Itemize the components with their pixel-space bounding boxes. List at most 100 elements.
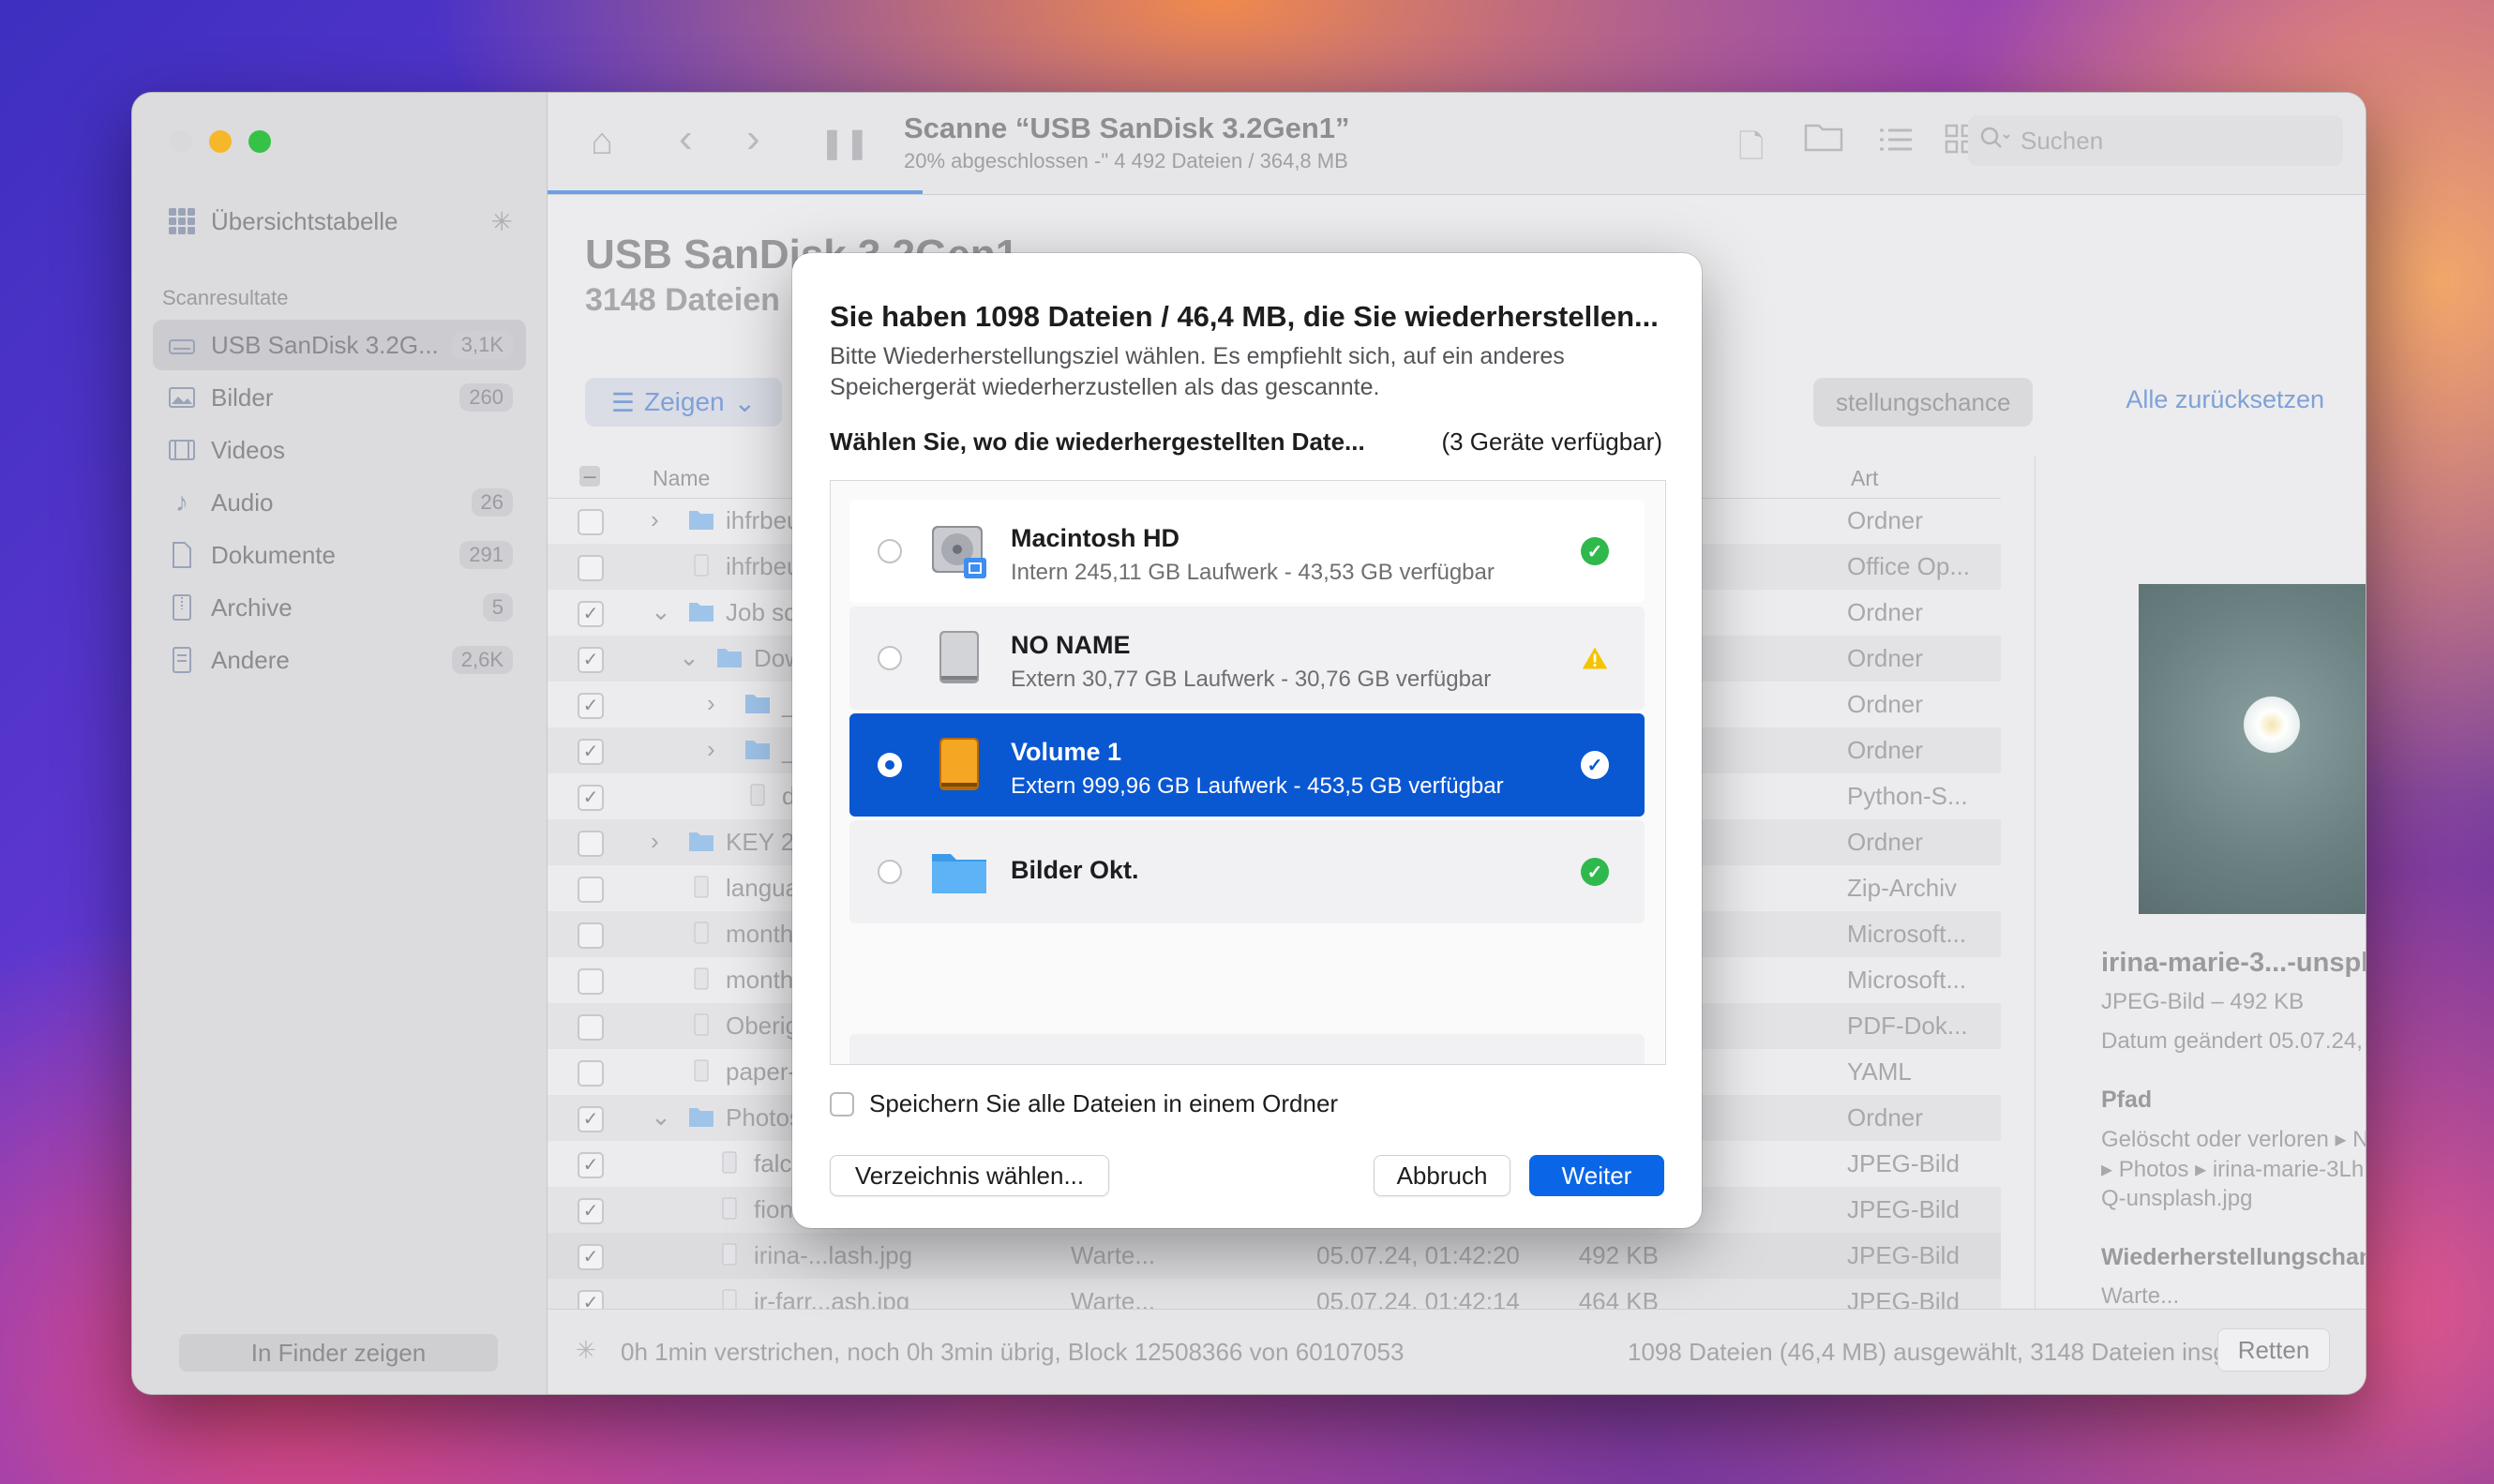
- recovery-destination-dialog: Sie haben 1098 Dateien / 46,4 MB, die Si…: [792, 253, 1702, 1228]
- sidebar-item-videos[interactable]: Videos: [153, 425, 526, 475]
- next-button[interactable]: Weiter: [1529, 1155, 1664, 1196]
- sidebar-item-andere[interactable]: Andere 2,6K: [153, 635, 526, 685]
- sidebar-item-bilder[interactable]: Bilder 260: [153, 372, 526, 423]
- select-all-checkbox[interactable]: –: [579, 465, 600, 487]
- scan-subtitle: 20% abgeschlossen -" 4 492 Dateien / 364…: [904, 149, 1348, 172]
- recover-button[interactable]: Retten: [2217, 1328, 2330, 1372]
- save-in-folder-checkbox[interactable]: [830, 1091, 854, 1117]
- row-type: Ordner: [1847, 828, 1923, 856]
- sidebar-item-count: 5: [482, 593, 513, 622]
- table-row[interactable]: ✓ irina-...lash.jpg Warte... 05.07.24, 01:4…: [548, 1233, 2001, 1279]
- folder-icon: [688, 508, 714, 531]
- home-icon[interactable]: ⌂: [591, 121, 613, 163]
- sidebar-item-count: 260: [459, 383, 513, 412]
- device-name: Bilder Okt.: [1011, 856, 1139, 884]
- file-view-icon[interactable]: 🗋: [1738, 125, 1764, 178]
- row-type: Office Op...: [1847, 552, 1971, 580]
- row-checkbox[interactable]: [578, 1014, 604, 1041]
- row-checkbox[interactable]: [578, 1060, 604, 1087]
- scan-progress-bar: [548, 190, 923, 194]
- warning-icon: [1581, 644, 1609, 672]
- file-icon: [688, 1059, 714, 1082]
- chevron-right-icon[interactable]: ›: [707, 735, 715, 764]
- chevron-right-icon[interactable]: ›: [651, 505, 659, 534]
- film-icon: [166, 434, 198, 466]
- file-icon: [688, 922, 714, 944]
- drive-icon: [166, 329, 198, 361]
- file-icon: [716, 1243, 743, 1266]
- file-icon: [716, 1197, 743, 1220]
- archive-icon: [166, 592, 198, 623]
- status-elapsed: 0h 1min verstrichen, noch 0h 3min übrig,…: [621, 1338, 1405, 1366]
- reset-all-link[interactable]: Alle zurücksetzen: [2126, 385, 2324, 414]
- sidebar-item-usb[interactable]: USB SanDisk 3.2G... 3,1K: [153, 320, 526, 370]
- row-checkbox[interactable]: ✓: [578, 601, 604, 627]
- device-macintosh-hd[interactable]: Macintosh HD Intern 245,11 GB Laufwerk -…: [849, 500, 1645, 603]
- row-checkbox[interactable]: [578, 831, 604, 857]
- row-checkbox[interactable]: ✓: [578, 785, 604, 811]
- choose-directory-button[interactable]: Verzeichnis wählen...: [830, 1155, 1109, 1196]
- show-in-finder-button[interactable]: In Finder zeigen: [179, 1334, 498, 1372]
- file-icon: [688, 554, 714, 577]
- page-subtitle: 3148 Dateien: [585, 282, 780, 318]
- grid-icon: [166, 205, 198, 237]
- search-input[interactable]: Suchen: [1968, 115, 2343, 166]
- device-volume-1[interactable]: Volume 1 Extern 999,96 GB Laufwerk - 453…: [849, 713, 1645, 817]
- column-header-name[interactable]: Name: [653, 466, 710, 491]
- chevron-right-icon[interactable]: ›: [651, 827, 659, 856]
- preview-meta: JPEG-Bild – 492 KB: [2101, 989, 2305, 1014]
- device-radio[interactable]: [878, 646, 902, 670]
- checkmark-icon: ✓: [1581, 751, 1609, 779]
- forward-chevron-icon[interactable]: ›: [746, 115, 760, 162]
- device-radio-selected[interactable]: [878, 753, 902, 777]
- row-name: Job sc: [726, 598, 797, 626]
- chevron-right-icon[interactable]: ›: [707, 689, 715, 718]
- zoom-window-button[interactable]: [248, 130, 271, 153]
- column-header-type[interactable]: Art: [1851, 466, 1878, 491]
- folder-icon: [744, 692, 771, 714]
- row-checkbox[interactable]: ✓: [578, 1198, 604, 1224]
- row-checkbox[interactable]: ✓: [578, 1106, 604, 1132]
- row-checkbox[interactable]: ✓: [578, 693, 604, 719]
- list-view-icon[interactable]: [1879, 121, 1913, 163]
- folder-icon: [688, 1105, 714, 1128]
- minimize-window-button[interactable]: [209, 130, 232, 153]
- row-checkbox[interactable]: [578, 509, 604, 535]
- chance-filter-tag[interactable]: stellungschance: [1813, 378, 2034, 427]
- pause-icon[interactable]: ❚❚: [819, 125, 870, 160]
- device-info: Extern 999,96 GB Laufwerk - 453,5 GB ver…: [1011, 773, 1504, 799]
- cancel-button[interactable]: Abbruch: [1374, 1155, 1510, 1196]
- row-checkbox[interactable]: ✓: [578, 739, 604, 765]
- sidebar-overview[interactable]: Übersichtstabelle ✳: [153, 196, 526, 247]
- row-checkbox[interactable]: ✓: [578, 647, 604, 673]
- chevron-down-icon[interactable]: ⌄: [679, 643, 699, 672]
- row-name: Photos: [726, 1103, 802, 1132]
- device-bilder-okt[interactable]: Bilder Okt. ✓: [849, 820, 1645, 923]
- file-icon: [716, 1151, 743, 1174]
- show-filter-label: Zeigen: [644, 387, 725, 416]
- sidebar-item-label: Bilder: [211, 382, 274, 412]
- row-checkbox[interactable]: ✓: [578, 1244, 604, 1270]
- folder-view-icon[interactable]: [1804, 119, 1843, 161]
- row-checkbox[interactable]: [578, 922, 604, 949]
- sidebar-item-dokumente[interactable]: Dokumente 291: [153, 530, 526, 580]
- device-radio[interactable]: [878, 539, 902, 563]
- device-radio[interactable]: [878, 860, 902, 884]
- chevron-down-icon[interactable]: ⌄: [651, 1102, 671, 1132]
- close-window-button[interactable]: [170, 130, 192, 153]
- show-filter-button[interactable]: ☰ Zeigen ⌄: [585, 378, 782, 427]
- sidebar-item-audio[interactable]: ♪ Audio 26: [153, 477, 526, 528]
- row-name: falc: [754, 1149, 792, 1177]
- chevron-down-icon[interactable]: ⌄: [651, 597, 671, 626]
- save-in-folder-option[interactable]: Speichern Sie alle Dateien in einem Ordn…: [830, 1089, 1338, 1118]
- external-drive-icon: [939, 631, 979, 683]
- row-checkbox[interactable]: [578, 877, 604, 903]
- back-chevron-icon[interactable]: ‹: [679, 115, 693, 162]
- row-checkbox[interactable]: [578, 968, 604, 995]
- row-checkbox[interactable]: ✓: [578, 1152, 604, 1178]
- search-placeholder: Suchen: [2021, 126, 2104, 155]
- dialog-description: Bitte Wiederherstellungsziel wählen. Es …: [830, 343, 1565, 400]
- row-checkbox[interactable]: [578, 555, 604, 581]
- device-no-name[interactable]: NO NAME Extern 30,77 GB Laufwerk - 30,76…: [849, 607, 1645, 710]
- sidebar-item-archive[interactable]: Archive 5: [153, 582, 526, 633]
